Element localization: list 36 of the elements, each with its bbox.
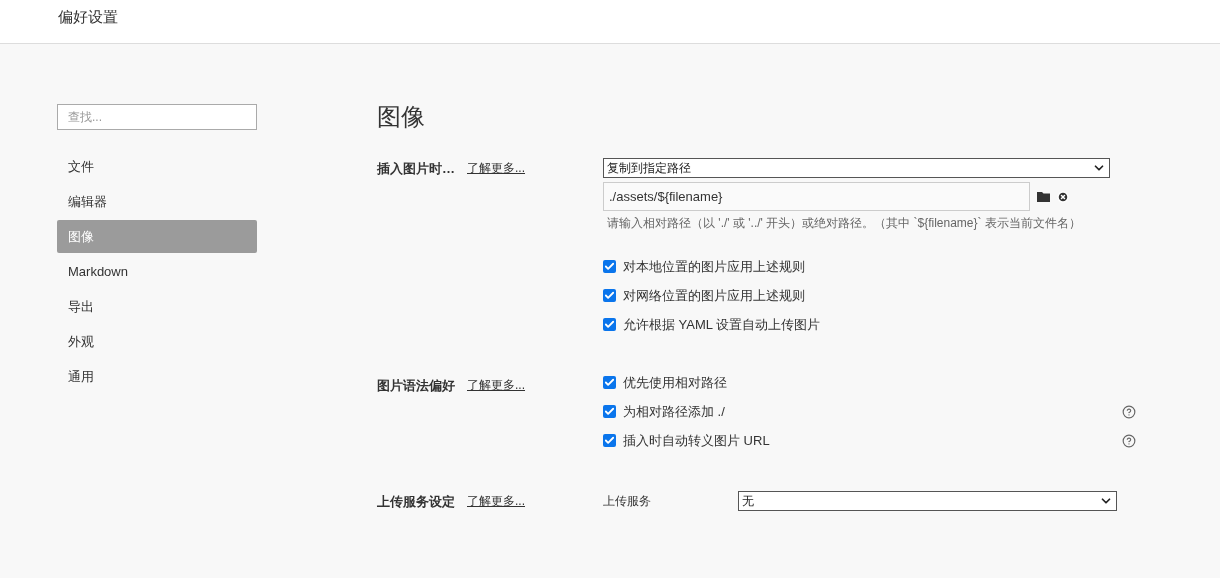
- section-label: 插入图片时…: [377, 160, 456, 178]
- path-hint: 请输入相对路径（以 './' 或 '../' 开头）或绝对路径。（其中 `${filename}` 表示当前文件名）: [607, 215, 1082, 232]
- sidebar-item[interactable]: 文件: [57, 150, 257, 183]
- page-heading: 图像: [377, 102, 426, 132]
- sidebar-item[interactable]: 导出: [57, 290, 257, 323]
- window-title: 偏好设置: [58, 7, 118, 28]
- learn-more-link[interactable]: 了解更多...: [467, 492, 525, 510]
- sidebar-item[interactable]: 编辑器: [57, 185, 257, 218]
- checkbox-label: 为相对路径添加 ./: [623, 402, 725, 421]
- checkbox-label: 对网络位置的图片应用上述规则: [623, 286, 805, 305]
- checkbox[interactable]: [603, 318, 616, 331]
- upload-service-select[interactable]: 无: [738, 491, 1117, 511]
- checkbox[interactable]: [603, 434, 616, 447]
- field-label: 上传服务: [603, 493, 652, 510]
- folder-icon[interactable]: [1037, 191, 1050, 202]
- sidebar-item[interactable]: 外观: [57, 325, 257, 358]
- learn-more-link[interactable]: 了解更多...: [467, 159, 525, 177]
- checkbox-label: 优先使用相对路径: [623, 373, 727, 392]
- sidebar-item[interactable]: 通用: [57, 360, 257, 393]
- help-icon[interactable]: [1122, 433, 1136, 448]
- section-label: 图片语法偏好: [377, 377, 456, 395]
- section-label: 上传服务设定: [377, 493, 456, 511]
- clear-icon[interactable]: [1057, 190, 1069, 203]
- sidebar-item[interactable]: Markdown: [57, 255, 257, 288]
- checkbox-label: 对本地位置的图片应用上述规则: [623, 257, 805, 276]
- checkbox[interactable]: [603, 376, 616, 389]
- checkbox[interactable]: [603, 405, 616, 418]
- path-input-field[interactable]: ./assets/${filename}: [603, 182, 1030, 211]
- learn-more-link[interactable]: 了解更多...: [467, 376, 525, 394]
- checkbox-label: 插入时自动转义图片 URL: [623, 431, 770, 450]
- search-field[interactable]: 查找...: [57, 104, 257, 130]
- checkbox[interactable]: [603, 289, 616, 302]
- help-icon[interactable]: [1122, 404, 1136, 419]
- checkbox-label: 允许根据 YAML 设置自动上传图片: [623, 315, 821, 334]
- checkbox[interactable]: [603, 260, 616, 273]
- path-mode-select[interactable]: 复制到指定路径: [603, 158, 1110, 178]
